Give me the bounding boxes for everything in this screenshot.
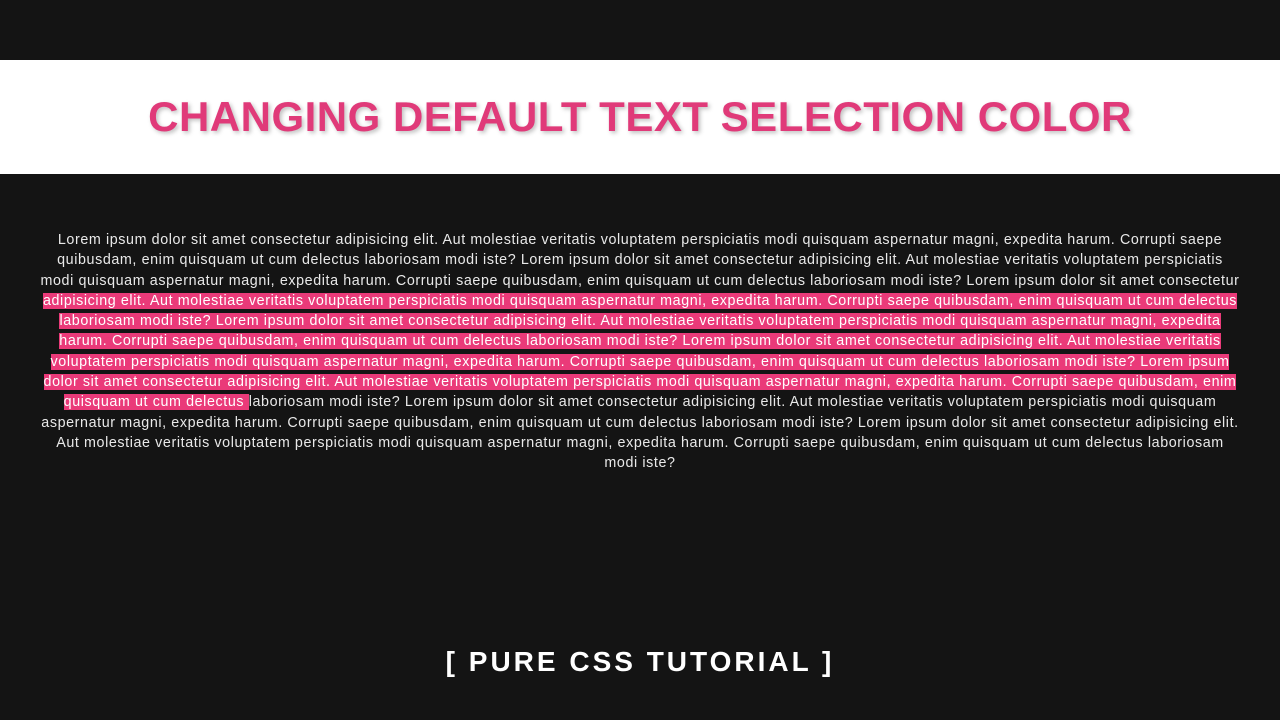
body-text-area[interactable]: Lorem ipsum dolor sit amet consectetur a… (0, 174, 1280, 474)
title-band: CHANGING DEFAULT TEXT SELECTION COLOR (0, 60, 1280, 174)
demo-paragraph[interactable]: Lorem ipsum dolor sit amet consectetur a… (40, 230, 1240, 474)
text-before-selection[interactable]: Lorem ipsum dolor sit amet consectetur a… (40, 232, 1239, 289)
footer-label: [ PURE CSS TUTORIAL ] (0, 646, 1280, 678)
page-title: CHANGING DEFAULT TEXT SELECTION COLOR (148, 93, 1132, 141)
selected-text[interactable]: adipisicing elit. Aut molestiae veritati… (43, 293, 1237, 410)
top-spacer (0, 0, 1280, 60)
